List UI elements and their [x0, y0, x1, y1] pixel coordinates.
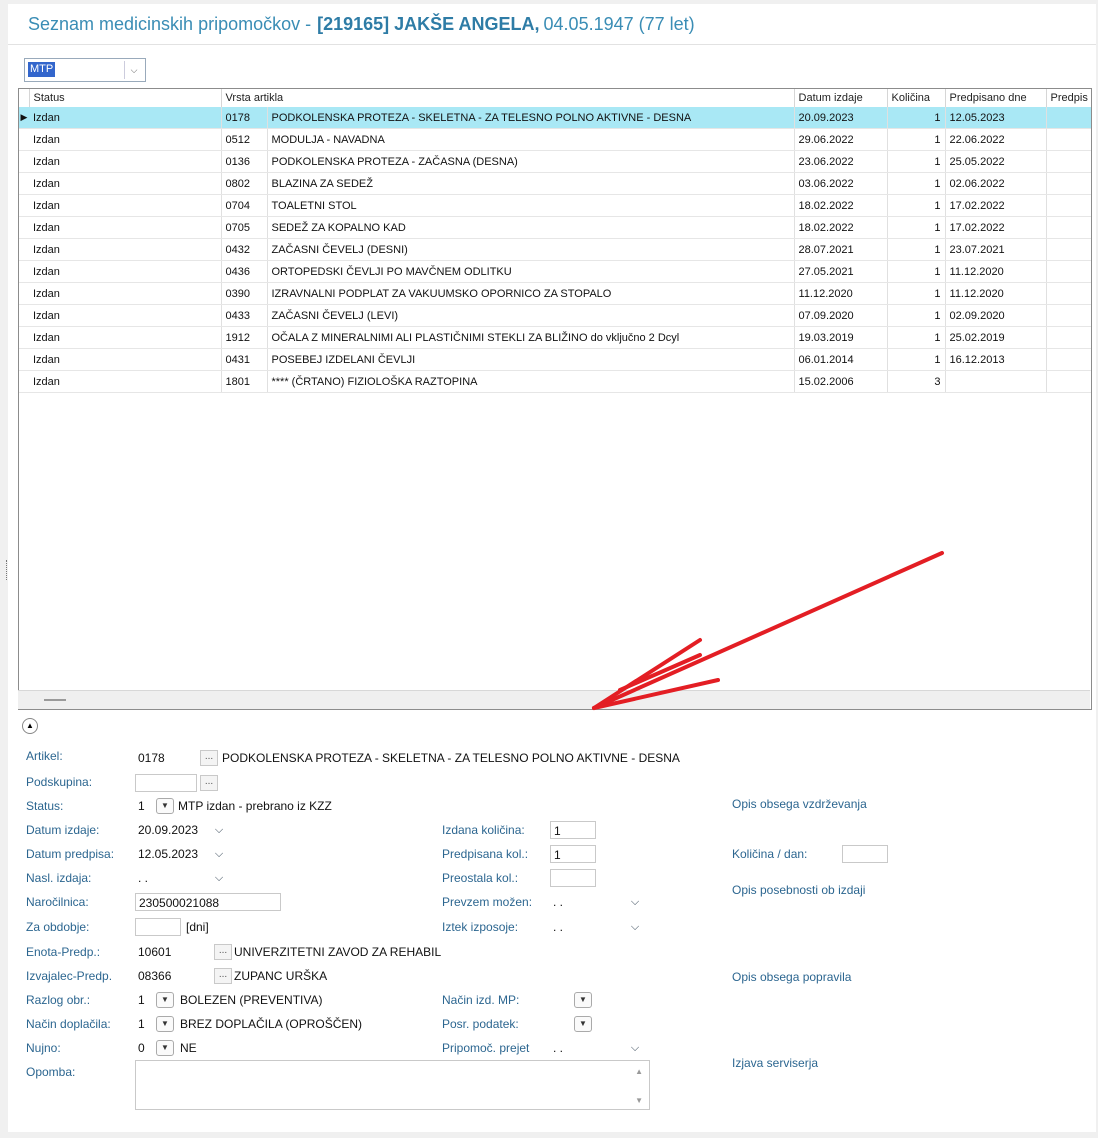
annotation-arrow-icon	[592, 551, 944, 710]
